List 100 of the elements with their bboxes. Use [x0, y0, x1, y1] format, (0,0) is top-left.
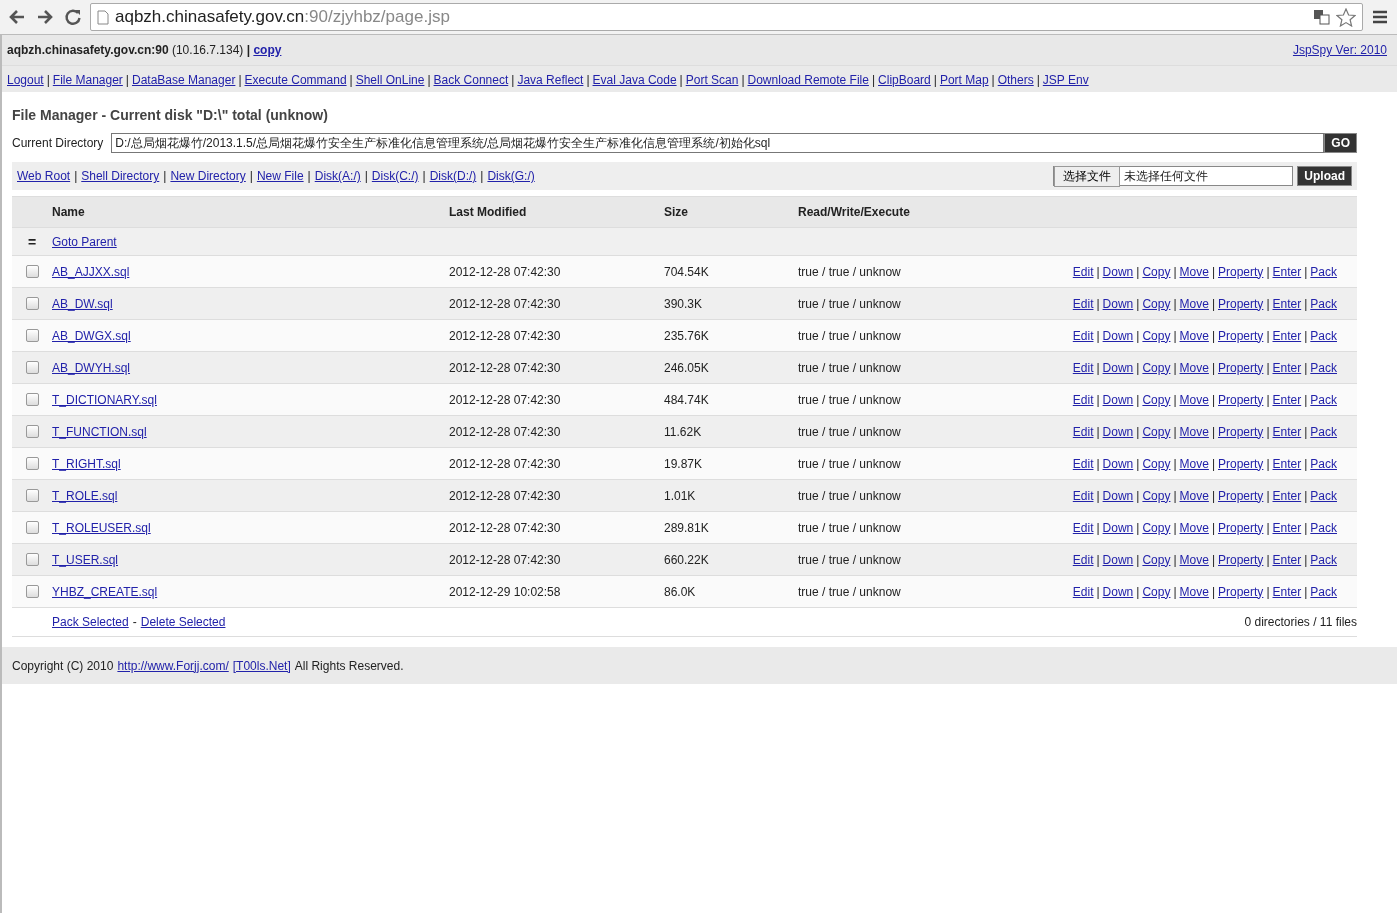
file-name-link[interactable]: AB_DW.sql	[52, 296, 113, 311]
file-action-link[interactable]: Pack	[1310, 424, 1337, 439]
directory-link[interactable]: Disk(D:/)	[429, 169, 477, 183]
file-name-link[interactable]: T_FUNCTION.sql	[52, 424, 147, 439]
directory-link[interactable]: Disk(G:/)	[487, 169, 535, 183]
file-action-link[interactable]: Copy	[1142, 488, 1171, 503]
file-action-link[interactable]: Edit	[1072, 488, 1094, 503]
file-input[interactable]: 选择文件 未选择任何文件	[1053, 166, 1294, 186]
file-name-link[interactable]: AB_DWYH.sql	[52, 360, 131, 375]
website-link[interactable]: http://www.Forjj.com/	[117, 658, 229, 673]
file-action-link[interactable]: Move	[1179, 488, 1209, 503]
file-action-link[interactable]: Edit	[1072, 296, 1094, 311]
row-checkbox[interactable]	[25, 425, 39, 438]
file-name-link[interactable]: T_USER.sql	[52, 552, 119, 567]
file-action-link[interactable]: Enter	[1272, 360, 1302, 375]
file-action-link[interactable]: Edit	[1072, 424, 1094, 439]
file-action-link[interactable]: Edit	[1072, 552, 1094, 567]
row-checkbox[interactable]	[25, 489, 39, 502]
file-action-link[interactable]: Edit	[1072, 456, 1094, 471]
file-action-link[interactable]: Edit	[1072, 392, 1094, 407]
upload-button[interactable]: Upload	[1297, 166, 1352, 186]
file-action-link[interactable]: Down	[1102, 520, 1134, 535]
nav-link[interactable]: ClipBoard	[878, 73, 931, 87]
file-action-link[interactable]: Enter	[1272, 520, 1302, 535]
row-checkbox[interactable]	[25, 521, 39, 534]
file-name-link[interactable]: AB_DWGX.sql	[52, 328, 131, 343]
website-link[interactable]: [T00ls.Net]	[232, 658, 291, 673]
go-button[interactable]: GO	[1324, 133, 1357, 153]
directory-link[interactable]: New Directory	[170, 169, 246, 183]
nav-link[interactable]: Eval Java Code	[592, 73, 677, 87]
file-action-link[interactable]: Down	[1102, 456, 1134, 471]
choose-file-button[interactable]: 选择文件	[1054, 165, 1121, 187]
file-action-link[interactable]: Copy	[1142, 264, 1171, 279]
file-action-link[interactable]: Pack	[1310, 360, 1337, 375]
nav-link[interactable]: File Manager	[52, 73, 123, 87]
file-action-link[interactable]: Enter	[1272, 584, 1302, 599]
file-name-link[interactable]: YHBZ_CREATE.sql	[52, 584, 158, 599]
file-action-link[interactable]: Property	[1218, 552, 1264, 567]
file-action-link[interactable]: Move	[1179, 264, 1209, 279]
nav-link[interactable]: Logout	[7, 73, 44, 87]
file-action-link[interactable]: Copy	[1142, 424, 1171, 439]
file-action-link[interactable]: Copy	[1142, 456, 1171, 471]
nav-link[interactable]: Others	[997, 73, 1034, 87]
file-action-link[interactable]: Property	[1218, 392, 1264, 407]
file-action-link[interactable]: Move	[1179, 392, 1209, 407]
file-action-link[interactable]: Enter	[1272, 264, 1302, 279]
file-action-link[interactable]: Move	[1179, 360, 1209, 375]
file-action-link[interactable]: Copy	[1142, 392, 1171, 407]
file-action-link[interactable]: Copy	[1142, 360, 1171, 375]
file-action-link[interactable]: Move	[1179, 584, 1209, 599]
directory-link[interactable]: Shell Directory	[81, 169, 160, 183]
nav-link[interactable]: Java Reflect	[517, 73, 584, 87]
file-action-link[interactable]: Edit	[1072, 264, 1094, 279]
file-name-link[interactable]: T_ROLEUSER.sql	[52, 520, 151, 535]
directory-link[interactable]: Web Root	[17, 169, 71, 183]
row-checkbox[interactable]	[25, 553, 39, 566]
file-action-link[interactable]: Property	[1218, 328, 1264, 343]
file-action-link[interactable]: Property	[1218, 264, 1264, 279]
pack-selected-link[interactable]: Pack Selected	[52, 615, 129, 629]
nav-link[interactable]: Port Scan	[685, 73, 739, 87]
file-action-link[interactable]: Down	[1102, 584, 1134, 599]
file-action-link[interactable]: Property	[1218, 296, 1264, 311]
file-action-link[interactable]: Enter	[1272, 392, 1302, 407]
file-action-link[interactable]: Pack	[1310, 584, 1337, 599]
file-action-link[interactable]: Pack	[1310, 520, 1337, 535]
directory-link[interactable]: Disk(A:/)	[314, 169, 361, 183]
directory-field[interactable]: D:/总局烟花爆竹/2013.1.5/总局烟花爆竹安全生产标准化信息管理系统/总局烟花爆竹安全生产标准化信息管理系统/初始化sql	[111, 133, 1325, 153]
file-action-link[interactable]: Down	[1102, 264, 1134, 279]
translate-icon[interactable]	[1314, 9, 1330, 25]
file-action-link[interactable]: Property	[1218, 520, 1264, 535]
file-action-link[interactable]: Enter	[1272, 296, 1302, 311]
file-action-link[interactable]: Edit	[1072, 584, 1094, 599]
file-action-link[interactable]: Pack	[1310, 328, 1337, 343]
delete-selected-link[interactable]: Delete Selected	[140, 615, 226, 629]
row-checkbox[interactable]	[25, 585, 39, 598]
file-action-link[interactable]: Copy	[1142, 328, 1171, 343]
file-action-link[interactable]: Move	[1179, 456, 1209, 471]
address-bar[interactable]: aqbzh.chinasafety.gov.cn:90/zjyhbz/page.jsp	[90, 3, 1363, 31]
file-action-link[interactable]: Property	[1218, 584, 1264, 599]
row-checkbox[interactable]	[25, 457, 39, 470]
file-action-link[interactable]: Edit	[1072, 328, 1094, 343]
file-action-link[interactable]: Copy	[1142, 584, 1171, 599]
file-action-link[interactable]: Copy	[1142, 552, 1171, 567]
goto-parent-link[interactable]: Goto Parent	[52, 234, 117, 249]
file-name-link[interactable]: T_ROLE.sql	[52, 488, 118, 503]
file-action-link[interactable]: Move	[1179, 552, 1209, 567]
file-action-link[interactable]: Down	[1102, 424, 1134, 439]
file-action-link[interactable]: Down	[1102, 296, 1134, 311]
file-name-link[interactable]: T_DICTIONARY.sql	[52, 392, 157, 407]
file-action-link[interactable]: Enter	[1272, 328, 1302, 343]
version-link[interactable]: JspSpy Ver: 2010	[1292, 43, 1387, 57]
file-action-link[interactable]: Property	[1218, 456, 1264, 471]
file-action-link[interactable]: Pack	[1310, 296, 1337, 311]
file-action-link[interactable]: Enter	[1272, 552, 1302, 567]
nav-link[interactable]: Port Map	[939, 73, 989, 87]
file-action-link[interactable]: Move	[1179, 328, 1209, 343]
file-action-link[interactable]: Property	[1218, 360, 1264, 375]
file-action-link[interactable]: Copy	[1142, 520, 1171, 535]
file-action-link[interactable]: Pack	[1310, 552, 1337, 567]
file-action-link[interactable]: Down	[1102, 552, 1134, 567]
